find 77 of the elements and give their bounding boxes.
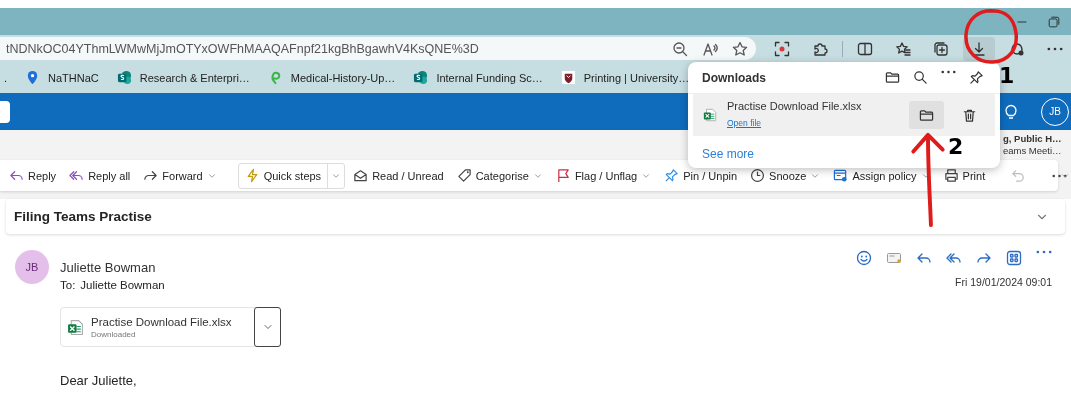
puzzle-icon	[812, 40, 828, 57]
message-preview-text: g, Public H…	[1003, 133, 1063, 145]
lightbulb-icon[interactable]	[1003, 103, 1019, 120]
search-icon[interactable]	[913, 70, 928, 85]
more-icon[interactable]	[941, 70, 956, 74]
apps-icon[interactable]	[1006, 250, 1022, 266]
file-status: Downloaded	[91, 329, 137, 339]
search-field[interactable]	[0, 100, 10, 123]
pin-icon	[664, 168, 680, 183]
toolbar-button[interactable]: Read / Unread	[348, 165, 449, 186]
toolbar-button[interactable]: Flag / Unflag	[550, 165, 657, 186]
address-bar[interactable]: tNDNkOC04YThmLWMwMjJmOTYxOWFhMAAQAFnpf21kgBhBgawhV4KsQNE%3D	[0, 37, 756, 60]
open-file-link[interactable]: Open file	[727, 118, 762, 128]
bookmark-link[interactable]: Internal Funding Sc…	[436, 71, 543, 84]
show-in-folder-button[interactable]	[909, 101, 944, 129]
sender-name[interactable]: Juliette Bowman	[60, 260, 845, 275]
toolbar-button[interactable]: Reply	[4, 165, 62, 186]
sharepoint-icon	[413, 70, 429, 85]
bookmark-link[interactable]: NaTHNaC	[48, 71, 99, 84]
url-text: tNDNkOC04YThmLWMwMjJmOTYxOWFhMAAQAFnpf21kgBhBgawhV4KsQNE%3D	[5, 41, 479, 56]
envelope-icon	[353, 168, 369, 183]
sharepoint-icon	[116, 70, 132, 85]
toolbar-button[interactable]: Forward	[138, 165, 222, 186]
undo-icon	[1011, 168, 1027, 183]
spreadsheet-icon	[703, 108, 717, 122]
toolbar-button[interactable]: Snooze	[745, 165, 826, 186]
toolbar-button[interactable]: Reply all	[64, 165, 136, 186]
more-icon	[1052, 173, 1068, 178]
pin-icon[interactable]	[969, 70, 984, 85]
panel-title: Downloads	[702, 70, 766, 85]
reply-icon	[9, 168, 24, 183]
toolbar-button[interactable]: Categorise	[451, 165, 548, 186]
bookmark-link[interactable]: Research & Enterpri…	[139, 71, 250, 84]
recipient-name[interactable]: Juliette Bowman	[80, 279, 165, 291]
toolbar-button[interactable]: Assign policy	[828, 165, 936, 186]
spreadsheet-icon	[67, 318, 84, 336]
trash-icon	[962, 107, 977, 123]
subject-title: Filing Teams Practise	[14, 209, 152, 224]
toolbar-button[interactable]: Pin / Unpin	[659, 165, 743, 186]
bookmark-link[interactable]: Printing | University…	[583, 71, 690, 84]
tag-icon	[456, 168, 472, 183]
dropdown-button[interactable]	[254, 307, 281, 347]
restore-icon[interactable]	[1047, 14, 1061, 29]
policy-icon	[833, 168, 849, 183]
smiley-icon[interactable]	[856, 250, 872, 266]
avatar[interactable]: JB	[15, 250, 49, 284]
message-preview-text: eams Meeti…	[1003, 145, 1063, 157]
message-date: Fri 19/01/2024 09:01	[955, 276, 1052, 288]
forward-icon	[143, 168, 159, 183]
bookmark-link[interactable]: Medical-History-Up…	[290, 71, 396, 84]
toolbar-button[interactable]: Print	[938, 165, 991, 186]
annotation-number: 1	[999, 65, 1015, 87]
reply-all-icon	[69, 168, 85, 183]
to-label: To:	[60, 279, 76, 291]
zoom-out-icon[interactable]	[672, 40, 688, 57]
favorites-icon	[895, 40, 911, 57]
download-item[interactable]: Practise Download File.xlsx Open file	[693, 94, 995, 136]
star-icon[interactable]	[732, 40, 748, 57]
profile-icon	[1009, 40, 1025, 57]
folder-icon[interactable]	[885, 70, 900, 85]
flag-icon	[555, 168, 571, 183]
printer-icon	[943, 168, 959, 183]
clock-icon	[750, 168, 766, 183]
file-name: Practise Download File.xlsx	[91, 315, 232, 328]
see-more-link[interactable]: See more	[702, 147, 755, 161]
crest-icon	[560, 70, 576, 85]
collections-icon	[933, 40, 949, 57]
annotation-number: 2	[948, 136, 964, 158]
message-body: Dear Juliette,	[60, 373, 138, 388]
folder-icon	[919, 107, 934, 123]
screenshot-icon	[774, 40, 790, 57]
bookmark-link[interactable]: .	[4, 71, 8, 84]
file-name: Practise Download File.xlsx	[727, 100, 863, 112]
note-icon[interactable]	[886, 250, 902, 266]
attachment-card[interactable]: Practise Download File.xlsx Downloaded	[60, 307, 281, 347]
split-screen-icon	[857, 40, 873, 57]
more-icon	[1047, 46, 1063, 51]
